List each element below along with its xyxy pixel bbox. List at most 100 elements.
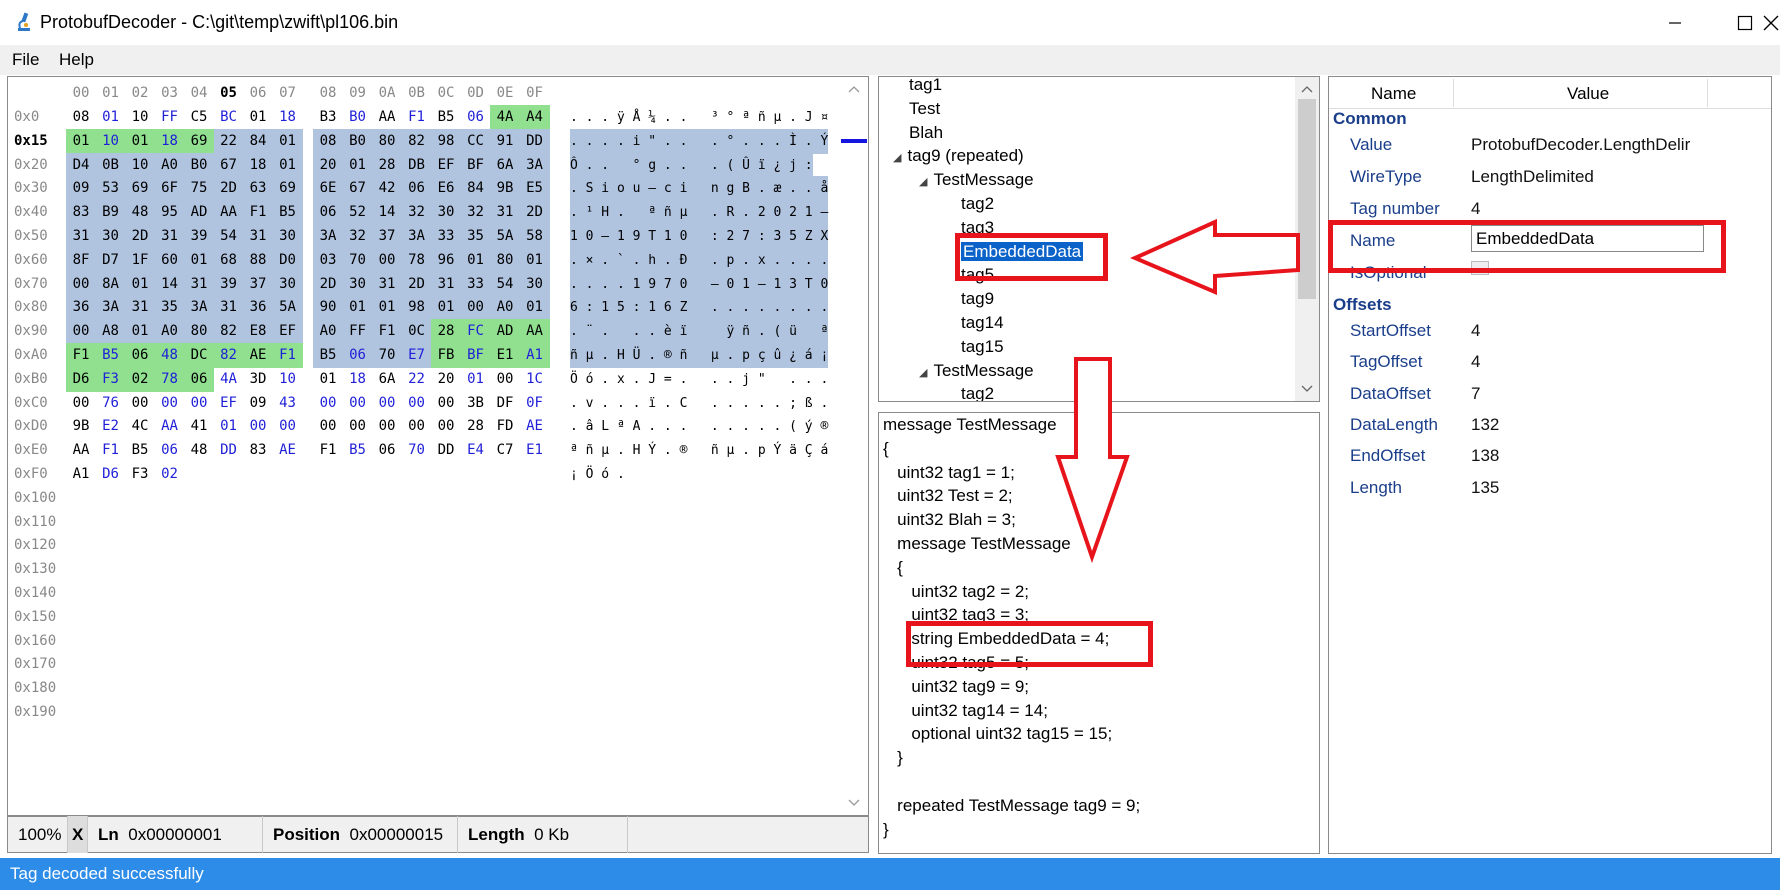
tree-node[interactable]: ◢ TestMessage (919, 361, 1034, 381)
tree-node[interactable]: tag1 (909, 77, 942, 95)
property-category[interactable]: Common (1333, 109, 1407, 129)
tree-node[interactable]: tag2 (961, 384, 994, 401)
hex-byte[interactable]: 8F (66, 247, 96, 273)
hex-byte[interactable]: 4C (125, 414, 155, 439)
hex-byte[interactable]: B5 (343, 438, 373, 463)
hex-byte[interactable]: B0 (343, 105, 373, 130)
hex-byte[interactable]: 95 (154, 200, 185, 226)
hex-byte[interactable]: 82 (213, 319, 244, 345)
hex-byte[interactable]: 28 (461, 414, 491, 439)
hex-ascii-text[interactable]: Ö ó . x . J = . . . j " . . . (570, 367, 828, 392)
hex-byte[interactable]: 31 (243, 224, 273, 249)
hex-byte[interactable]: 6E (313, 176, 343, 202)
hex-byte[interactable]: AA (66, 438, 96, 463)
hex-byte[interactable]: 70 (372, 343, 402, 368)
hex-byte[interactable]: 75 (184, 176, 214, 202)
hex-byte[interactable]: BC (214, 105, 244, 130)
hex-byte[interactable]: 10 (273, 367, 303, 392)
hex-byte[interactable]: 01 (342, 152, 373, 178)
hex-byte[interactable]: 0F (520, 391, 550, 416)
hex-byte[interactable]: 9B (66, 414, 96, 439)
hex-byte[interactable]: 31 (184, 271, 214, 297)
hex-byte[interactable]: E1 (520, 438, 550, 463)
hex-byte[interactable]: 69 (272, 176, 303, 202)
hex-byte[interactable]: 01 (214, 414, 244, 439)
hex-byte[interactable]: 01 (519, 247, 550, 273)
hex-byte[interactable]: 00 (184, 391, 214, 416)
hex-byte[interactable]: 30 (431, 200, 461, 226)
hex-byte[interactable]: B9 (95, 200, 126, 226)
hex-byte[interactable]: AA (213, 200, 244, 226)
hex-ascii-text[interactable]: 6 : 1 5 : 1 6 Z . . . . . . . . (570, 295, 829, 321)
hex-byte[interactable]: 78 (401, 247, 432, 273)
hex-byte[interactable]: 32 (401, 200, 432, 226)
hex-byte[interactable]: 06 (155, 438, 185, 463)
scroll-down-icon[interactable] (841, 793, 867, 813)
close-button[interactable] (1710, 0, 1780, 45)
hex-byte[interactable]: 01 (372, 295, 402, 321)
hex-byte[interactable]: 39 (213, 271, 244, 297)
hex-byte[interactable]: DB (401, 152, 432, 178)
hex-byte[interactable]: D4 (66, 152, 96, 178)
scroll-up-icon[interactable] (841, 79, 867, 99)
tree-node[interactable]: Test (909, 99, 940, 119)
hex-byte[interactable]: E1 (490, 343, 520, 368)
hex-byte[interactable]: 0B (95, 152, 126, 178)
hex-byte[interactable]: 84 (243, 128, 273, 154)
hex-byte[interactable]: 37 (372, 224, 402, 249)
hex-byte[interactable]: 30 (95, 224, 126, 249)
hex-byte[interactable]: 08 (313, 128, 343, 154)
property-value[interactable]: 135 (1471, 478, 1499, 498)
hex-byte[interactable]: 00 (155, 391, 185, 416)
property-value[interactable]: 132 (1471, 415, 1499, 435)
hex-byte[interactable]: 31 (213, 295, 244, 321)
hex-byte[interactable]: 91 (490, 128, 520, 154)
hex-byte[interactable]: 02 (125, 366, 155, 392)
hex-byte[interactable]: 18 (243, 152, 273, 178)
hex-byte[interactable]: 43 (273, 391, 303, 416)
hex-byte[interactable]: 18 (343, 367, 373, 392)
hex-byte[interactable]: 2D (313, 271, 343, 297)
hex-byte[interactable]: 00 (313, 414, 343, 439)
hex-byte[interactable]: 09 (243, 391, 273, 416)
hex-byte[interactable]: 18 (273, 105, 303, 130)
hex-byte[interactable]: A1 (66, 462, 96, 487)
hex-byte[interactable]: F3 (125, 462, 155, 487)
hex-byte[interactable]: 52 (342, 200, 373, 226)
hex-byte[interactable]: D0 (272, 247, 303, 273)
hex-byte[interactable]: 01 (272, 128, 303, 154)
hex-byte[interactable]: 09 (66, 176, 96, 202)
hex-byte[interactable]: 48 (125, 200, 155, 226)
property-value[interactable]: 7 (1471, 384, 1480, 404)
hex-byte[interactable]: CC (460, 128, 491, 154)
hex-byte[interactable]: EF (272, 319, 303, 345)
hex-byte[interactable]: 00 (66, 391, 96, 416)
hex-byte[interactable]: FB (431, 343, 461, 368)
hex-byte[interactable]: 22 (402, 367, 432, 392)
hex-byte[interactable]: 00 (273, 414, 303, 439)
hex-byte[interactable]: 01 (66, 128, 96, 154)
hex-byte[interactable]: 01 (519, 295, 550, 321)
hex-byte[interactable]: C5 (184, 105, 214, 130)
property-value[interactable]: 4 (1471, 199, 1480, 219)
hex-byte[interactable]: A0 (313, 319, 343, 345)
hex-byte[interactable]: 06 (372, 438, 402, 463)
hex-byte[interactable]: 18 (154, 128, 185, 154)
tree-node[interactable]: tag14 (961, 313, 1004, 333)
tree-scrollbar[interactable] (1295, 77, 1319, 401)
hex-byte[interactable]: 00 (431, 391, 461, 416)
hex-byte[interactable]: 1C (520, 367, 550, 392)
hex-scrollbar[interactable] (841, 77, 867, 815)
hex-byte[interactable]: B0 (342, 128, 373, 154)
hex-byte[interactable]: 82 (401, 128, 432, 154)
hex-byte[interactable]: A4 (519, 105, 550, 130)
hex-byte[interactable]: 32 (460, 200, 491, 226)
hex-ascii-text[interactable]: Ô . . ° g . . . ( Û ï ¿ j : (570, 152, 813, 178)
hex-byte[interactable]: FF (155, 105, 185, 130)
scroll-down-icon[interactable] (1295, 379, 1319, 399)
hex-byte[interactable]: 02 (155, 462, 185, 487)
hex-byte[interactable]: 01 (125, 319, 155, 345)
hex-byte[interactable]: D6 (96, 462, 126, 487)
column-value-header[interactable]: Value (1567, 84, 1609, 104)
hex-byte[interactable]: E5 (519, 176, 550, 202)
